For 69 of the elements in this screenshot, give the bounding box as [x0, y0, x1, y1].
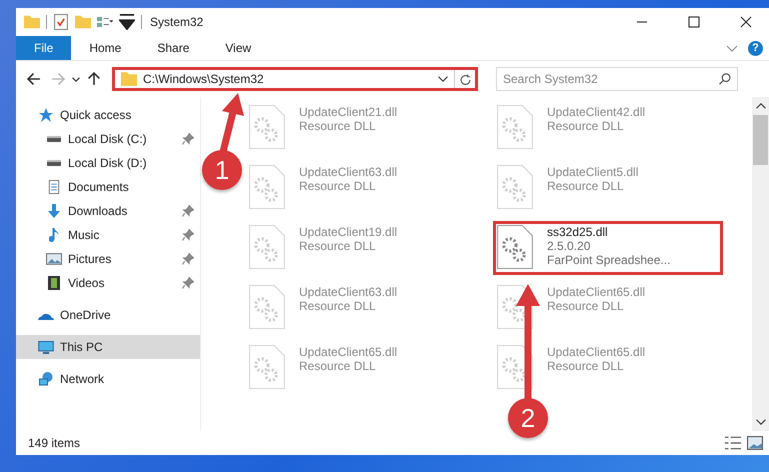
dll-file-icon [249, 105, 285, 149]
sidebar-item[interactable]: Videos [16, 271, 200, 295]
forward-arrow-icon [51, 72, 65, 86]
download-icon [46, 204, 62, 218]
pin-icon[interactable] [182, 133, 194, 145]
pin-icon[interactable] [182, 205, 194, 217]
recent-locations-icon[interactable] [72, 76, 80, 82]
dll-file-icon [249, 165, 285, 209]
ribbon-tab[interactable]: Share [139, 36, 208, 60]
ribbon-tab[interactable]: View [207, 36, 270, 60]
address-bar[interactable]: C:\Windows\System32 [112, 67, 478, 91]
scrollbar-thumb[interactable] [753, 115, 768, 165]
arrow [220, 93, 244, 153]
star-icon [38, 108, 54, 122]
dll-file-icon [497, 345, 533, 389]
document-icon [48, 180, 60, 194]
drive-icon [46, 135, 62, 143]
back-arrow-icon [27, 72, 41, 86]
refresh-icon [460, 74, 470, 84]
dll-file-icon [249, 345, 285, 389]
drive-icon [46, 159, 62, 167]
address-path: C:\Windows\System32 [143, 72, 265, 86]
monitor-icon [38, 340, 54, 354]
close-icon [740, 16, 752, 28]
music-note-icon [49, 228, 59, 242]
network-icon [38, 372, 54, 386]
ribbon-tab[interactable]: Home [71, 36, 140, 60]
sidebar-item[interactable]: Quick access [16, 103, 200, 127]
dll-file-icon [249, 285, 285, 329]
properties-icon[interactable] [53, 14, 69, 30]
pictures-icon [46, 253, 62, 265]
scroll-down-icon[interactable] [756, 419, 766, 425]
sidebar-item[interactable]: Documents [16, 175, 200, 199]
customize-dropdown-icon[interactable] [119, 14, 135, 30]
dropdown-caret-icon[interactable] [438, 76, 448, 82]
pin-icon[interactable] [182, 229, 194, 241]
minimize-icon [636, 21, 648, 23]
search-icon [719, 73, 731, 85]
dll-file-icon [497, 105, 533, 149]
view-options-icon[interactable] [97, 14, 113, 30]
scroll-up-icon[interactable] [756, 103, 766, 109]
pin-icon[interactable] [182, 277, 194, 289]
large-icons-view-icon[interactable] [747, 436, 763, 450]
search-field[interactable]: Search System32 [496, 67, 738, 91]
folder-icon [121, 72, 137, 86]
sidebar-item[interactable]: Local Disk (D:) [16, 151, 200, 175]
window-title: System32 [150, 15, 204, 29]
folder-icon [24, 14, 40, 30]
dll-file-icon [497, 225, 533, 269]
sidebar-item[interactable]: This PC [16, 335, 200, 359]
sidebar-item[interactable]: Local Disk (C:) [16, 127, 200, 151]
film-icon [48, 276, 60, 290]
dll-file-icon [249, 225, 285, 269]
sidebar-item[interactable]: OneDrive [16, 303, 200, 327]
sidebar-item[interactable]: Network [16, 367, 200, 391]
up-arrow-icon [87, 72, 101, 86]
maximize-icon [688, 16, 700, 28]
expand-ribbon-icon[interactable] [726, 44, 738, 52]
ribbon-tab[interactable]: File [16, 36, 72, 60]
pin-icon[interactable] [182, 253, 194, 265]
sidebar-item[interactable]: Downloads [16, 199, 200, 223]
sidebar-item[interactable]: Music [16, 223, 200, 247]
scrollbar[interactable] [752, 97, 769, 431]
details-view-icon[interactable] [725, 436, 741, 450]
item-count: 149 items [28, 436, 82, 450]
file-item[interactable]: ss32d25.dll 2.5.0.20 FarPoint Spreadshee... [493, 221, 723, 275]
help-button[interactable]: ? [748, 40, 763, 56]
dll-file-icon [497, 165, 533, 209]
sidebar-item[interactable]: Pictures [16, 247, 200, 271]
